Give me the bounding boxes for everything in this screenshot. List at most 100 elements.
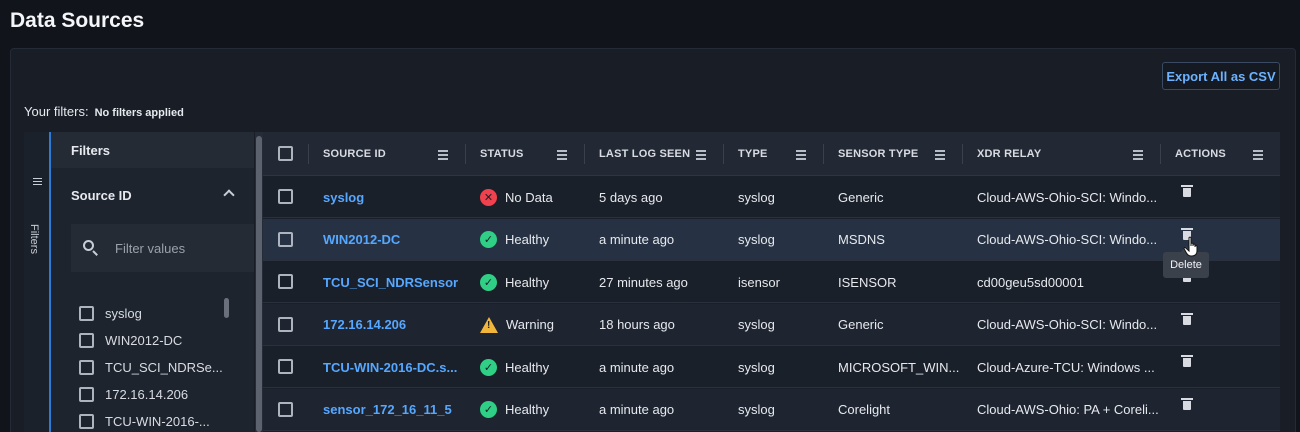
column-menu-icon[interactable] [557, 150, 567, 162]
filters-rail-label: Filters [28, 224, 40, 254]
search-icon [83, 240, 99, 256]
filter-option-checkbox[interactable] [79, 414, 94, 429]
filter-option[interactable]: syslog [79, 300, 223, 327]
table-row[interactable]: TCU_SCI_NDRSensor ✓ Healthy 27 minutes ago i… [263, 261, 1280, 303]
active-filters-summary: Your filters: No filters applied [24, 104, 184, 119]
column-menu-icon[interactable] [696, 150, 706, 162]
column-header-sensor-type[interactable]: SENSOR TYPE [838, 132, 918, 176]
filter-search-box [71, 224, 254, 272]
column-menu-icon[interactable] [438, 150, 448, 162]
source-type: isensor [738, 274, 780, 290]
source-id-link[interactable]: syslog [323, 176, 364, 218]
source-id-link[interactable]: WIN2012-DC [323, 219, 400, 261]
last-log-seen: a minute ago [599, 232, 675, 247]
filter-option-checkbox[interactable] [79, 333, 94, 348]
warning-icon [480, 316, 498, 333]
source-type: syslog [738, 189, 775, 205]
export-csv-button[interactable]: Export All as CSV [1162, 62, 1280, 90]
sensor-type: Corelight [838, 402, 891, 417]
status-text: No Data [505, 189, 553, 205]
xdr-relay: cd00geu5sd00001 [977, 274, 1084, 290]
row-checkbox[interactable] [278, 316, 293, 332]
status-cell: ✓ Healthy [480, 389, 549, 431]
column-header-actions: ACTIONS [1175, 148, 1226, 160]
xdr-relay: Cloud-Azure-TCU: Windows ... [977, 359, 1155, 375]
table-row[interactable]: syslog ✕ No Data 5 days ago syslog Generic Clo… [263, 176, 1280, 218]
select-all-checkbox[interactable] [278, 146, 293, 161]
sensor-type: Generic [838, 317, 884, 332]
row-checkbox[interactable] [278, 231, 293, 247]
trash-icon[interactable] [1181, 185, 1193, 198]
filter-option[interactable]: 172.16.14.206 [79, 381, 223, 408]
status-text: Healthy [505, 274, 550, 290]
error-x-icon: ✕ [480, 188, 497, 206]
filter-option-label: syslog [105, 306, 142, 321]
last-log-seen: 5 days ago [599, 189, 663, 205]
chevron-up-icon[interactable] [223, 189, 235, 201]
column-header-xdr-relay[interactable]: XDR RELAY [977, 132, 1041, 176]
filter-option-checkbox[interactable] [79, 360, 94, 375]
filter-option[interactable]: WIN2012-DC [79, 327, 223, 354]
filters-label: Your filters: [24, 104, 89, 119]
xdr-relay: Cloud-AWS-Ohio: PA + Coreli... [977, 402, 1159, 417]
last-log-seen: 27 minutes ago [599, 274, 688, 290]
status-cell: ✓ Healthy [480, 261, 549, 303]
status-text: Healthy [505, 359, 550, 375]
table-header: SOURCE ID STATUS LAST LOG SEEN TYPE SENS… [263, 132, 1280, 176]
filter-option-label: TCU-WIN-2016-... [105, 414, 210, 429]
filters-rail-toggle[interactable]: Filters [24, 132, 51, 432]
table-row[interactable]: sensor_172_16_11_5 ✓ Healthy a minute ago sy… [263, 388, 1280, 431]
status-text: Warning [506, 317, 554, 332]
table-row[interactable]: WIN2012-DC ✓ Healthy a minute ago syslog MSDN… [263, 218, 1280, 261]
source-id-link[interactable]: sensor_172_16_11_5 [323, 389, 452, 431]
column-header-source-id[interactable]: SOURCE ID [323, 132, 386, 176]
source-id-link[interactable]: TCU_SCI_NDRSensor [323, 261, 458, 303]
sensor-type: Generic [838, 189, 884, 205]
last-log-seen: a minute ago [599, 402, 675, 417]
column-menu-icon[interactable] [935, 150, 945, 162]
filters-menu-icon [33, 178, 42, 187]
filters-value: No filters applied [94, 107, 184, 119]
column-menu-icon[interactable] [796, 150, 806, 162]
column-header-last-log-seen[interactable]: LAST LOG SEEN [599, 132, 690, 176]
sensor-type: ISENSOR [838, 274, 897, 290]
filter-option-checkbox[interactable] [79, 306, 94, 321]
source-id-link[interactable]: TCU-WIN-2016-DC.s... [323, 346, 457, 388]
column-menu-icon[interactable] [1133, 150, 1143, 162]
xdr-relay: Cloud-AWS-Ohio-SCI: Windo... [977, 317, 1158, 332]
trash-icon[interactable] [1181, 312, 1193, 326]
status-cell: ✕ No Data [480, 176, 553, 218]
row-checkbox[interactable] [278, 401, 293, 417]
healthy-check-icon: ✓ [480, 358, 497, 376]
trash-icon[interactable] [1181, 397, 1193, 411]
row-checkbox[interactable] [278, 189, 293, 204]
trash-icon[interactable] [1181, 355, 1193, 368]
table-row[interactable]: TCU-WIN-2016-DC.s... ✓ Healthy a minute ago… [263, 346, 1280, 388]
sensor-type: MICROSOFT_WIN... [838, 359, 960, 375]
filter-panel-scrollbar[interactable] [255, 132, 263, 432]
data-sources-table: SOURCE ID STATUS LAST LOG SEEN TYPE SENS… [263, 132, 1280, 432]
source-id-link[interactable]: 172.16.14.206 [323, 304, 406, 346]
filter-option[interactable]: TCU-WIN-2016-... [79, 408, 223, 432]
row-checkbox[interactable] [278, 274, 293, 289]
row-checkbox[interactable] [278, 359, 293, 374]
filter-option-label: WIN2012-DC [105, 333, 183, 348]
status-cell: ✓ Healthy [480, 346, 549, 388]
filter-option-checkbox[interactable] [79, 387, 94, 402]
status-cell: ✓ Healthy [480, 219, 549, 261]
filter-option[interactable]: TCU_SCI_NDRSe... [79, 354, 223, 381]
filter-options-list: syslog WIN2012-DC TCU_SCI_NDRSe... 172.1… [79, 300, 223, 432]
source-type: syslog [738, 317, 775, 332]
column-menu-icon[interactable] [1253, 150, 1263, 162]
source-id-filter-heading[interactable]: Source ID [71, 188, 132, 203]
page-title: Data Sources [10, 9, 145, 32]
filter-values-input[interactable] [115, 240, 245, 256]
healthy-check-icon: ✓ [480, 401, 497, 418]
filter-option-label: TCU_SCI_NDRSe... [105, 360, 223, 375]
filter-option-label: 172.16.14.206 [105, 387, 189, 402]
source-type: syslog [738, 402, 775, 417]
table-row[interactable]: 172.16.14.206 Warning 18 hours ago syslog Ge… [263, 303, 1280, 346]
column-header-type[interactable]: TYPE [738, 132, 768, 176]
column-header-status[interactable]: STATUS [480, 132, 524, 176]
filter-list-scrollbar[interactable] [224, 298, 229, 318]
